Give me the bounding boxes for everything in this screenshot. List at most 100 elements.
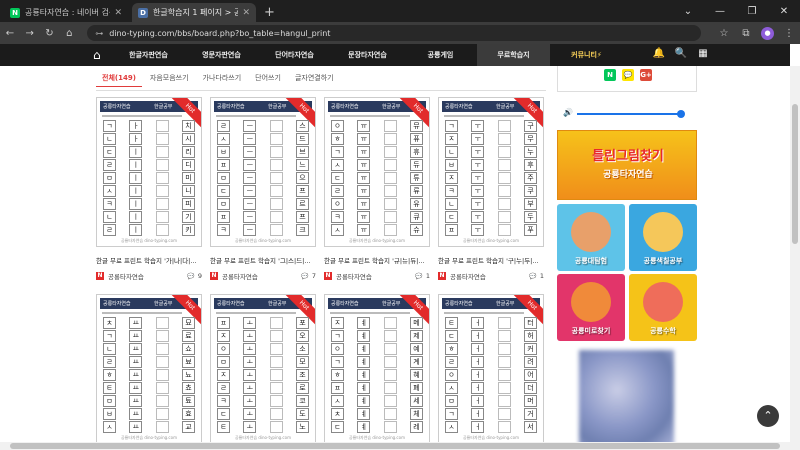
worksheet-thumbnail[interactable]: 공룡타자연습 한글공부 Hot ㅍㅈㅇㅁㅈㄹㅋㄷㅌㅗㅗㅗㅗㅗㅗㅗㅗㅗ 포 오 소 모 조 로 코 도 노… [210, 294, 316, 444]
category-tab[interactable]: 전체(149) [96, 70, 142, 87]
bookmark-star-icon[interactable]: ☆ [713, 28, 735, 39]
site-info-icon[interactable]: ⊶ [95, 29, 103, 38]
game-tile[interactable]: 공룡색칠공부 [629, 204, 697, 271]
category-tab[interactable]: 자음모음쓰기 [144, 70, 195, 87]
worksheet-brand: 공룡타자연습 [331, 301, 359, 307]
address-bar[interactable]: ⊶ dino-typing.com/bbs/board.php?bo_table… [87, 25, 701, 41]
worksheet-column [269, 317, 283, 433]
new-tab-icon[interactable]: + [264, 5, 275, 20]
worksheet-cell: ㅋ [331, 211, 344, 223]
browser-tab[interactable]: N 공룡타자연습 : 네이버 검색 ✕ [4, 3, 128, 22]
worksheet-thumbnail[interactable]: 공룡타자연습 한글공부 Hot ㅊㄱㄴㄹㅎㅌㅁㅂㅅㅛㅛㅛㅛㅛㅛㅛㅛㅛ 묘 료 쇼 뵤 뇨 쵸 툐 효 교… [96, 294, 202, 444]
profile-avatar[interactable]: ● [761, 26, 774, 40]
worksheet-cell [497, 356, 511, 368]
site-home-icon[interactable]: ⌂ [93, 48, 101, 62]
card-title[interactable]: 한글 무료 프린트 학습지 '구|누|두|... [438, 255, 544, 265]
worksheet-cell: 터 [523, 317, 537, 329]
search-icon[interactable]: 🔍 [670, 48, 692, 59]
vertical-scrollbar[interactable] [790, 66, 800, 450]
tab-close-icon[interactable]: ✕ [114, 8, 122, 18]
volume-icon[interactable]: 🔊 [563, 108, 573, 117]
worksheet-column [497, 120, 511, 236]
menu-item-active[interactable]: 무료학습지 [477, 44, 550, 66]
worksheet-card[interactable]: 공룡타자연습 한글공부 Hot ㅍㅈㅇㅁㅈㄹㅋㄷㅌㅗㅗㅗㅗㅗㅗㅗㅗㅗ 포 오 소 모 조 로 코 도 노… [210, 294, 316, 444]
menu-item[interactable]: 커뮤니티⚡ [550, 44, 623, 66]
browser-tab-active[interactable]: D 한글학습지 1 페이지 > 공룡타 ✕ [132, 3, 256, 22]
tab-close-icon[interactable]: ✕ [242, 8, 250, 18]
author-badge-icon: N [324, 272, 332, 280]
horizontal-scrollbar[interactable] [0, 442, 790, 450]
menu-item[interactable]: 한글자판연습 [112, 44, 185, 66]
worksheet-card[interactable]: 공룡타자연습 한글공부 Hot ㄱㅈㄴㅂㅈㅋㄴㄷㅍㅜㅜㅜㅜㅜㅜㅜㅜㅜ 구 무 누 후 주 쿠 부 두 푸… [438, 97, 544, 281]
game-tile[interactable]: 공룡수학 [629, 274, 697, 341]
worksheet-thumbnail[interactable]: 공룡타자연습 한글공부 Hot ㅇㅎㄱㅅㄷㄹㅇㅋㅅㅠㅠㅠㅠㅠㅠㅠㅠㅠ 뮤 퓨 휴 듀 튜 류 유 큐 슈… [324, 97, 430, 247]
worksheet-grid: ㄱㅈㄴㅂㅈㅋㄴㄷㅍㅜㅜㅜㅜㅜㅜㅜㅜㅜ구무누후주쿠부두푸 [445, 120, 537, 236]
volume-slider[interactable] [577, 113, 683, 115]
reload-icon[interactable]: ↻ [40, 28, 60, 39]
worksheet-cell: ㄱ [331, 146, 344, 158]
worksheet-card[interactable]: 공룡타자연습 한글공부 Hot ㅈㄱㅇㄱㅎㅍㅅㅊㄷㅖㅖㅖㅖㅖㅖㅖㅖㅖ 메 제 예 계 혜 폐 세 체 레… [324, 294, 430, 444]
menu-item[interactable]: 문장타자연습 [331, 44, 404, 66]
card-title[interactable]: 한글 무료 프린트 학습지 '가|나|다|... [96, 255, 202, 265]
card-author[interactable]: 공룡타자연습 [450, 271, 486, 281]
category-tab[interactable]: 단어쓰기 [249, 70, 287, 87]
kakao-share-icon[interactable]: 💬 [622, 69, 634, 81]
minimize-icon[interactable]: — [704, 6, 736, 17]
worksheet-thumbnail[interactable]: 공룡타자연습 한글공부 Hot ㄹㅅㅂㅍㅁㄷㅁㅍㅋㅡㅡㅡㅡㅡㅡㅡㅡㅡ 스 드 브 느 으 프 르 프 크… [210, 97, 316, 247]
worksheet-cell [383, 408, 397, 420]
horizontal-scrollbar-thumb[interactable] [10, 443, 780, 449]
worksheet-card[interactable]: 공룡타자연습 한글공부 Hot ㄱㄴㄷㄹㅁㅅㅋㄴㄹㅏㅏㅣㅣㅣㅣㅣㅣㅣ 치 시 리 디 미 니 피 기 키… [96, 97, 202, 281]
card-author[interactable]: 공룡타자연습 [336, 271, 372, 281]
scroll-to-top-button[interactable]: ⌃ [757, 405, 779, 427]
worksheet-cell: ㅍ [331, 382, 344, 394]
extensions-icon[interactable]: ⧉ [735, 28, 757, 39]
close-window-icon[interactable]: ✕ [768, 6, 800, 17]
worksheet-cell: 교 [181, 421, 195, 433]
card-meta: N 공룡타자연습 💬 7 [210, 271, 316, 281]
card-author[interactable]: 공룡타자연습 [222, 271, 258, 281]
game-tile[interactable]: 공룡대탐험 [557, 204, 625, 271]
forward-icon[interactable]: → [20, 28, 40, 39]
worksheet-card[interactable]: 공룡타자연습 한글공부 Hot ㄹㅅㅂㅍㅁㄷㅁㅍㅋㅡㅡㅡㅡㅡㅡㅡㅡㅡ 스 드 브 느 으 프 르 프 크… [210, 97, 316, 281]
worksheet-column [155, 120, 169, 236]
worksheet-card[interactable]: 공룡타자연습 한글공부 Hot ㅇㅎㄱㅅㄷㄹㅇㅋㅅㅠㅠㅠㅠㅠㅠㅠㅠㅠ 뮤 퓨 휴 듀 튜 류 유 큐 슈… [324, 97, 430, 281]
worksheet-column: 스드브느으프르프크 [295, 120, 309, 236]
notification-bell-icon[interactable]: 🔔 [648, 48, 670, 59]
worksheet-cell: ㄱ [103, 120, 116, 132]
worksheet-cell: ㅠ [357, 146, 371, 158]
spot-difference-banner[interactable]: 틀린그림찾기 공룡타자연습 [557, 130, 697, 200]
home-icon[interactable]: ⌂ [59, 28, 79, 39]
worksheet-cell: ㅠ [357, 120, 371, 132]
worksheet-cell [269, 408, 283, 420]
card-author[interactable]: 공룡타자연습 [108, 271, 144, 281]
worksheet-cell: ㅏ [129, 120, 143, 132]
grid-menu-icon[interactable]: ▦ [692, 48, 714, 59]
naver-share-icon[interactable]: N [604, 69, 616, 81]
menu-item[interactable]: 단어타자연습 [258, 44, 331, 66]
worksheet-cell: 거 [523, 408, 537, 420]
worksheet-thumbnail[interactable]: 공룡타자연습 한글공부 Hot ㅌㄷㅎㄹㅇㅅㅁㄱㅅㅓㅓㅓㅓㅓㅓㅓㅓㅓ 터 허 커 려 어 더 머 거 서… [438, 294, 544, 444]
worksheet-cell: ㅠ [357, 211, 371, 223]
card-title[interactable]: 한글 무료 프린트 학습지 '그|스|드|... [210, 255, 316, 265]
menu-item[interactable]: 영문자판연습 [185, 44, 258, 66]
back-icon[interactable]: ← [0, 28, 20, 39]
menu-item[interactable]: 공룡게임 [404, 44, 477, 66]
vertical-scrollbar-thumb[interactable] [792, 104, 798, 244]
volume-slider-handle[interactable] [677, 110, 685, 118]
worksheet-card[interactable]: 공룡타자연습 한글공부 Hot ㅊㄱㄴㄹㅎㅌㅁㅂㅅㅛㅛㅛㅛㅛㅛㅛㅛㅛ 묘 료 쇼 뵤 뇨 쵸 툐 효 교… [96, 294, 202, 444]
maximize-icon[interactable]: ❐ [736, 6, 768, 17]
blurred-ad-image[interactable] [579, 350, 674, 450]
category-tab[interactable]: 가나다라쓰기 [197, 70, 248, 87]
worksheet-cell: 쿠 [523, 185, 537, 197]
card-title[interactable]: 한글 무료 프린트 학습지 '규|뉴|듀|... [324, 255, 430, 265]
worksheet-thumbnail[interactable]: 공룡타자연습 한글공부 Hot ㄱㅈㄴㅂㅈㅋㄴㄷㅍㅜㅜㅜㅜㅜㅜㅜㅜㅜ 구 무 누 후 주 쿠 부 두 푸… [438, 97, 544, 247]
menu-kebab-icon[interactable]: ⋮ [778, 28, 800, 39]
google-plus-share-icon[interactable]: G+ [640, 69, 652, 81]
worksheet-card[interactable]: 공룡타자연습 한글공부 Hot ㅌㄷㅎㄹㅇㅅㅁㄱㅅㅓㅓㅓㅓㅓㅓㅓㅓㅓ 터 허 커 려 어 더 머 거 서… [438, 294, 544, 444]
game-tile[interactable]: 공룡미로찾기 [557, 274, 625, 341]
worksheet-thumbnail[interactable]: 공룡타자연습 한글공부 Hot ㅈㄱㅇㄱㅎㅍㅅㅊㄷㅖㅖㅖㅖㅖㅖㅖㅖㅖ 메 제 예 계 혜 폐 세 체 레… [324, 294, 430, 444]
category-tab[interactable]: 글자연결하기 [289, 70, 340, 87]
worksheet-cell: 퓨 [409, 133, 423, 145]
worksheet-thumbnail[interactable]: 공룡타자연습 한글공부 Hot ㄱㄴㄷㄹㅁㅅㅋㄴㄹㅏㅏㅣㅣㅣㅣㅣㅣㅣ 치 시 리 디 미 니 피 기 키… [96, 97, 202, 247]
tab-search-icon[interactable]: ⌄ [672, 6, 704, 17]
